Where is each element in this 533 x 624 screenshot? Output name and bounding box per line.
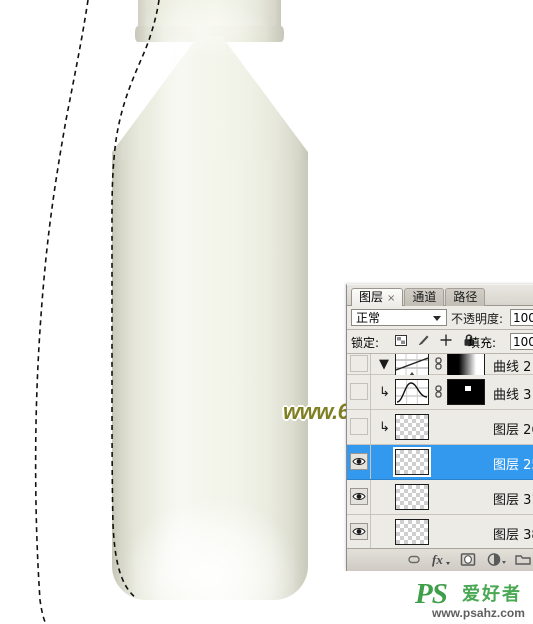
layer-thumbnail[interactable] (395, 414, 429, 440)
chevron-down-icon[interactable] (433, 316, 441, 321)
visibility-cell[interactable] (347, 515, 371, 549)
tab-paths[interactable]: 路径 (445, 288, 486, 306)
clipping-mask-arrow-icon: ▼ (379, 357, 389, 372)
logo-url-text: www.psahz.com (432, 606, 525, 620)
logo-cn-text: 爱好者 (462, 584, 522, 605)
opacity-input[interactable]: 100% (510, 309, 533, 326)
layer-name: 曲线 3 (493, 388, 532, 403)
layer-thumbnail[interactable] (395, 379, 429, 405)
layer-style-fx-icon[interactable]: fx (431, 552, 451, 568)
eye-icon[interactable] (350, 383, 368, 400)
fill-label: 填充: (468, 336, 497, 350)
psahz-logo: PS 爱好者 www.psahz.com (415, 578, 533, 624)
mask-link-icon[interactable] (434, 385, 443, 399)
eye-icon[interactable] (350, 488, 368, 505)
clip-indicator-cell: ▼ (371, 354, 395, 374)
table-row[interactable]: 图层 25 (347, 445, 533, 480)
eye-icon[interactable] (350, 418, 368, 435)
table-row[interactable]: ↳ 曲线 3 (347, 375, 533, 410)
bottle-bottom-glow (127, 500, 295, 608)
clipping-mask-arrow-icon: ↳ (379, 420, 390, 435)
table-row[interactable]: ▼ 曲线 2 (347, 354, 533, 377)
table-row[interactable]: ↳ 图层 26 (347, 410, 533, 445)
layer-thumbnail[interactable] (393, 447, 431, 477)
layer-mask-thumbnail[interactable] (447, 379, 485, 405)
eye-icon[interactable] (350, 453, 368, 470)
layer-mask-thumbnail[interactable] (447, 354, 485, 377)
mask-white-dot (465, 386, 471, 391)
eye-icon[interactable] (350, 355, 368, 372)
link-layers-icon[interactable] (405, 552, 423, 568)
lock-transparent-pixels-icon[interactable] (394, 334, 409, 348)
bottle-top-glow (145, 0, 275, 60)
lock-position-icon[interactable] (439, 334, 454, 348)
visibility-cell[interactable] (347, 410, 371, 444)
table-row[interactable]: 图层 31 (347, 480, 533, 515)
tab-paths-label: 路径 (453, 290, 478, 304)
clipping-mask-arrow-icon: ↳ (379, 385, 390, 400)
clip-indicator-cell (371, 480, 395, 514)
eye-icon[interactable] (350, 523, 368, 540)
visibility-cell[interactable] (347, 354, 371, 374)
layer-list[interactable]: ▼ 曲线 2 ↳ 曲线 3 ↳ 图层 2 图层 2 图层 3 图层 3 (347, 354, 533, 552)
close-icon[interactable]: × (387, 293, 395, 304)
layers-panel-button-bar: fx (347, 548, 533, 571)
lock-image-pixels-icon[interactable] (417, 334, 432, 348)
layer-name: 曲线 2 (493, 360, 532, 375)
layer-thumbnail[interactable] (395, 519, 429, 545)
lock-label: 锁定: (351, 336, 380, 350)
clip-indicator-cell (371, 445, 395, 479)
layer-name: 图层 38 (493, 528, 533, 543)
milk-bottle-artwork (95, 0, 325, 616)
tab-layers-label: 图层 (359, 290, 384, 304)
layer-name: 图层 31 (493, 493, 533, 508)
opacity-label: 不透明度: (451, 312, 504, 326)
new-group-icon[interactable] (514, 552, 532, 568)
screenshot-root: www.68ps.com PS 爱好者 www.psahz.com 图层×通道路… (0, 0, 533, 624)
lock-fill-row: 锁定: 填充: 100% (347, 330, 533, 354)
new-fill-adjustment-layer-icon[interactable] (486, 552, 508, 568)
tab-layers[interactable]: 图层 × (351, 288, 404, 306)
layer-name: 图层 26 (493, 423, 533, 438)
tab-channels-label: 通道 (412, 290, 437, 304)
layers-panel[interactable]: 图层× 通道 路径 正常 不透明度: 100% 锁定: (346, 284, 533, 571)
blend-mode-select[interactable]: 正常 (351, 309, 447, 326)
layer-thumbnail[interactable] (395, 354, 429, 377)
svg-text:fx: fx (432, 552, 443, 567)
visibility-cell[interactable] (347, 445, 371, 479)
panel-tab-strip: 图层 × 通道 路径 (347, 285, 533, 306)
clip-indicator-cell: ↳ (371, 410, 395, 444)
blend-mode-value: 正常 (356, 311, 381, 325)
visibility-cell[interactable] (347, 480, 371, 514)
selection-path-outer (34, 0, 89, 624)
visibility-cell[interactable] (347, 375, 371, 409)
clip-indicator-cell (371, 515, 395, 549)
clip-indicator-cell: ↳ (371, 375, 395, 409)
blend-opacity-row: 正常 不透明度: 100% (347, 306, 533, 330)
mask-link-icon[interactable] (434, 357, 443, 371)
add-layer-mask-icon[interactable] (459, 552, 477, 568)
tab-channels[interactable]: 通道 (404, 288, 445, 306)
fill-input[interactable]: 100% (510, 333, 533, 350)
layer-thumbnail[interactable] (395, 484, 429, 510)
table-row[interactable]: 图层 38 (347, 515, 533, 550)
layer-name: 图层 25 (493, 458, 533, 473)
